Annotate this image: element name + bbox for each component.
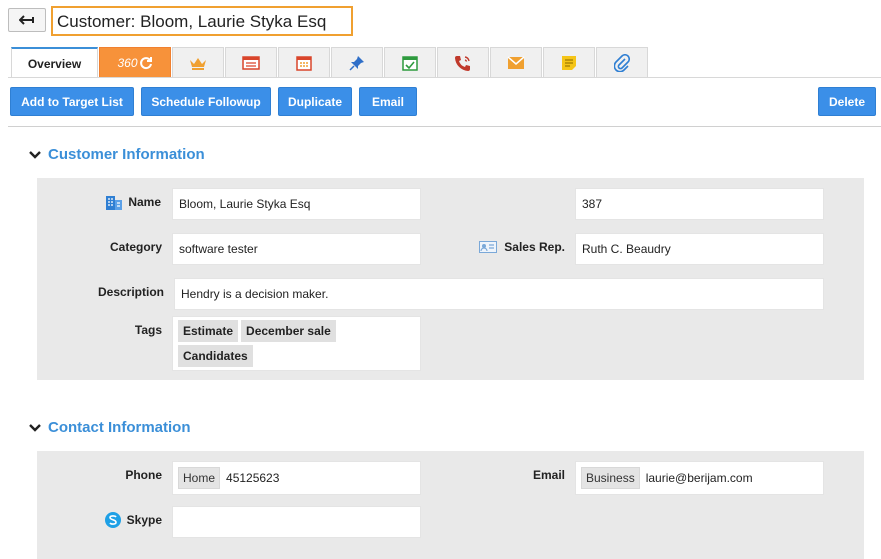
description-label: Description: [97, 285, 164, 299]
tab-phone-call[interactable]: [437, 47, 489, 77]
category-field[interactable]: software tester: [172, 233, 421, 265]
contact-info-header[interactable]: Contact Information: [28, 419, 191, 436]
tags-field[interactable]: Estimate December sale Candidates: [172, 316, 421, 371]
email-button[interactable]: Email: [359, 87, 417, 116]
tag-chip[interactable]: Estimate: [178, 320, 239, 342]
chevron-down-icon: [29, 150, 41, 159]
delete-button[interactable]: Delete: [818, 87, 876, 116]
tag-chip[interactable]: December sale: [241, 320, 336, 342]
contact-info-panel: Phone Home 45125623 Email Business lauri…: [37, 451, 864, 559]
email-field[interactable]: Business laurie@berijam.com: [575, 461, 824, 495]
tab-sticky-note[interactable]: [543, 47, 595, 77]
calendar-icon: [296, 55, 312, 71]
tab-bar: Overview 360: [11, 47, 649, 78]
duplicate-button[interactable]: Duplicate: [278, 87, 352, 116]
tab-overview[interactable]: Overview: [11, 47, 98, 78]
tab-envelope[interactable]: [490, 47, 542, 77]
arrow-left-icon: [19, 15, 34, 25]
id-card-icon: [479, 241, 498, 253]
skype-field[interactable]: [172, 506, 421, 538]
tab-calendar-check[interactable]: [384, 47, 436, 77]
skype-icon: [104, 512, 121, 528]
description-field[interactable]: Hendry is a decision maker.: [174, 278, 824, 310]
phone-type-chip[interactable]: Home: [178, 467, 221, 489]
refresh-icon: [139, 56, 152, 69]
schedule-followup-button[interactable]: Schedule Followup: [141, 87, 271, 116]
toolbar-divider: [8, 126, 881, 127]
email-type-chip[interactable]: Business: [581, 467, 640, 489]
sticky-note-icon: [562, 55, 576, 70]
name-field[interactable]: Bloom, Laurie Styka Esq: [172, 188, 421, 220]
customer-info-header[interactable]: Customer Information: [28, 146, 205, 163]
page-title: Customer: Bloom, Laurie Styka Esq: [51, 6, 353, 36]
phone-value: 45125623: [226, 471, 280, 485]
email-value: laurie@berijam.com: [645, 471, 753, 485]
envelope-icon: [507, 55, 525, 69]
skype-label-wrap: Skype: [87, 510, 162, 530]
calendar-check-icon: [402, 55, 418, 71]
tab-pin[interactable]: [331, 47, 383, 77]
tags-label: Tags: [134, 323, 162, 337]
add-to-target-list-button[interactable]: Add to Target List: [10, 87, 134, 116]
tab-list-card[interactable]: [225, 47, 277, 77]
tab-attachment[interactable]: [596, 47, 648, 77]
chevron-down-icon: [29, 423, 41, 432]
phone-call-icon: [455, 55, 470, 71]
tab-divider: [8, 77, 881, 78]
crown-icon: [190, 57, 206, 70]
skype-label: Skype: [126, 513, 162, 527]
pin-icon: [349, 55, 364, 71]
sales-rep-label: Sales Rep.: [504, 240, 565, 254]
paperclip-icon: [614, 53, 630, 72]
tab-360[interactable]: 360: [99, 47, 171, 77]
building-icon: [106, 196, 123, 210]
name-label-wrap: Name: [97, 192, 161, 212]
customer-info-title: Customer Information: [48, 146, 205, 163]
category-label: Category: [109, 240, 162, 254]
sales-rep-field[interactable]: Ruth C. Beaudry: [575, 233, 824, 265]
tab-crown[interactable]: [172, 47, 224, 77]
contact-info-title: Contact Information: [48, 419, 191, 436]
customer-id-field[interactable]: 387: [575, 188, 824, 220]
back-button[interactable]: [8, 8, 46, 32]
sales-rep-label-wrap: Sales Rep.: [457, 237, 565, 257]
tab-360-label: 360: [117, 55, 138, 70]
phone-label: Phone: [125, 468, 162, 482]
name-label: Name: [128, 195, 161, 209]
tag-chip[interactable]: Candidates: [178, 345, 253, 367]
email-label: Email: [532, 468, 565, 482]
phone-field[interactable]: Home 45125623: [172, 461, 421, 495]
customer-info-panel: Name Bloom, Laurie Styka Esq 387 Categor…: [37, 178, 864, 380]
list-card-icon: [242, 55, 260, 70]
tab-calendar[interactable]: [278, 47, 330, 77]
